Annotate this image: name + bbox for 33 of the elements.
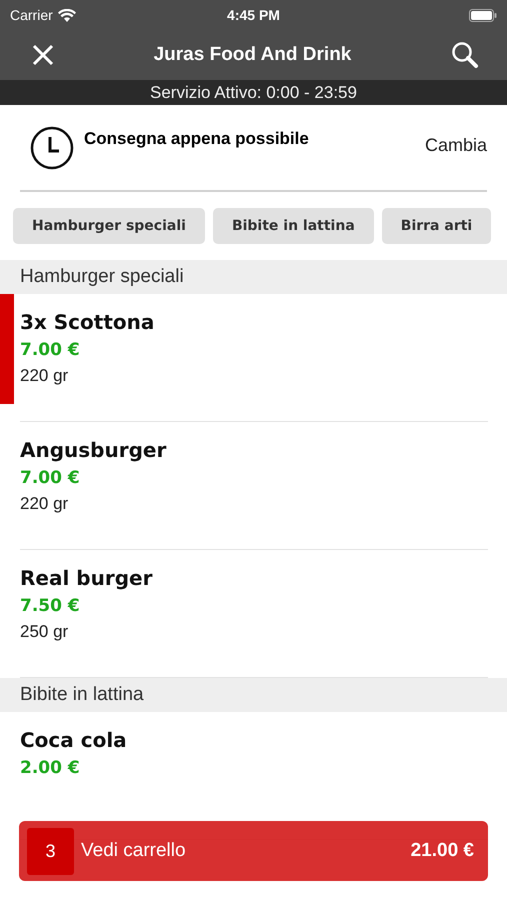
cart-count-badge: 3	[27, 828, 74, 874]
product-weight: 250 gr	[20, 622, 70, 642]
menu-item-row[interactable]: 3x Scottona 7.00 € 220 gr	[20, 294, 488, 422]
product-name: 3x Scottona	[20, 310, 154, 334]
product-name: Angusburger	[20, 438, 166, 462]
section-header: Hamburger speciali	[0, 260, 507, 294]
service-hours-banner: Servizio Attivo: 0:00 - 23:59	[0, 80, 507, 105]
category-tab[interactable]: Birra arti	[382, 208, 492, 244]
clock-time: 4:45 PM	[227, 7, 280, 23]
product-name: Coca cola	[20, 728, 127, 752]
search-button[interactable]	[450, 41, 479, 69]
product-weight: 220 gr	[20, 494, 70, 514]
clock-icon	[30, 126, 74, 170]
section-header: Bibite in lattina	[0, 678, 507, 712]
change-link[interactable]: Cambia	[424, 135, 487, 160]
wifi-icon	[58, 8, 76, 22]
product-weight: 220 gr	[20, 366, 70, 386]
category-tab[interactable]: Bibite in lattina	[212, 208, 374, 244]
view-cart-toast[interactable]: 3 Vedi carrello 21.00 €	[19, 821, 488, 881]
carrier-label: Carrier	[10, 7, 76, 23]
battery-icon	[469, 8, 497, 22]
product-price: 7.50 €	[20, 596, 81, 616]
close-button[interactable]	[32, 44, 54, 66]
delivery-time-label: Consegna appena possibile	[84, 129, 309, 149]
product-price: 7.00 €	[20, 468, 81, 488]
category-tab[interactable]: Hamburger speciali	[13, 208, 205, 244]
cart-label: Vedi carrello	[81, 840, 186, 862]
menu-item-row[interactable]: Angusburger 7.00 € 220 gr	[20, 422, 488, 550]
product-price: 2.00 €	[20, 758, 81, 778]
cart-total: 21.00 €	[410, 840, 474, 862]
product-name: Real burger	[20, 566, 152, 590]
product-price: 7.00 €	[20, 340, 81, 360]
restaurant-title: Juras Food And Drink	[154, 44, 352, 66]
